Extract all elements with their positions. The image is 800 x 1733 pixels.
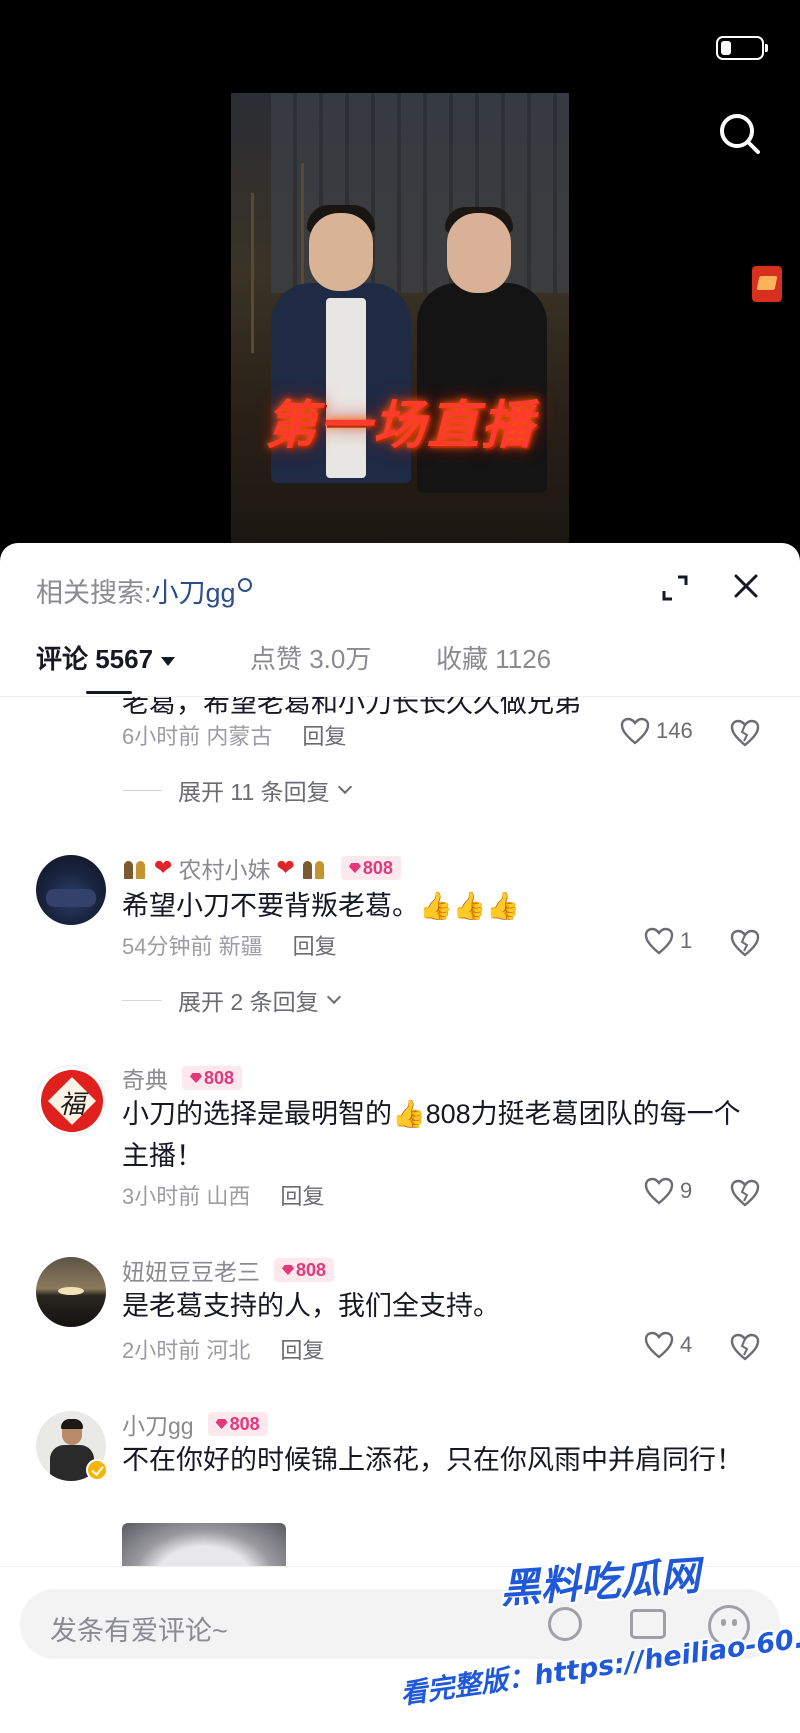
- gem-icon: [190, 1073, 202, 1083]
- tab-underline: [86, 691, 132, 694]
- video-thumbnail[interactable]: 第一场直播: [231, 93, 569, 543]
- search-small-icon: [237, 578, 252, 592]
- comment-meta: 2小时前 河北 回复: [122, 1338, 325, 1363]
- video-overlay-title: 第一场直播: [264, 395, 535, 456]
- like-count: 1: [680, 928, 693, 953]
- fan-level-badge: 808: [207, 1412, 268, 1436]
- reply-button[interactable]: 回复: [293, 934, 337, 959]
- comment-username[interactable]: 奇典 808: [122, 1061, 243, 1095]
- dislike-icon[interactable]: [730, 1179, 760, 1207]
- reply-button[interactable]: 回复: [280, 1338, 324, 1363]
- sheet-tabs: 评论 5567 点赞 3.0万 收藏 1126: [36, 639, 776, 699]
- comment-meta: 3小时前 山西 回复: [122, 1184, 325, 1209]
- related-search-keyword[interactable]: 小刀gg: [152, 578, 236, 608]
- tab-comments[interactable]: 评论 5567: [36, 639, 176, 676]
- like-count: 9: [680, 1178, 693, 1203]
- verified-icon: [86, 1459, 108, 1481]
- tab-favorites[interactable]: 收藏 1126: [436, 639, 551, 676]
- image-icon[interactable]: [630, 1609, 666, 1639]
- caret-down-icon: [161, 656, 176, 666]
- heart-emoji-icon: ❤: [154, 855, 173, 880]
- heart-icon: [644, 1331, 674, 1359]
- comment-username[interactable]: ❤ 农村小妹 ❤ 808: [122, 851, 401, 885]
- like-button[interactable]: 9: [644, 1177, 692, 1205]
- heart-icon: [644, 1177, 674, 1205]
- search-icon[interactable]: [716, 110, 764, 158]
- comment-image[interactable]: [122, 1523, 286, 1566]
- chevron-down-icon: [337, 779, 352, 795]
- like-count: 4: [680, 1332, 693, 1357]
- gem-icon: [282, 1265, 294, 1275]
- related-search-label: 相关搜索:: [36, 578, 152, 608]
- fullscreen-icon[interactable]: [660, 573, 690, 603]
- comment-text: 小刀的选择是最明智的👍808力挺老葛团队的每一个主播！: [122, 1099, 741, 1171]
- comment-username[interactable]: 妞妞豆豆老三 808: [122, 1253, 335, 1287]
- like-button[interactable]: 1: [644, 927, 692, 955]
- fire-badge-icon[interactable]: [752, 266, 782, 302]
- reply-button[interactable]: 回复: [302, 724, 346, 749]
- fan-level-badge: 808: [340, 856, 401, 880]
- avatar[interactable]: [36, 1257, 106, 1327]
- expand-replies-button[interactable]: 展开 11 条回复: [122, 773, 352, 807]
- heart-emoji-icon: ❤: [276, 855, 295, 880]
- gem-icon: [215, 1419, 228, 1429]
- fan-level-badge: 808: [274, 1258, 335, 1282]
- comment-text: 老葛，希望老葛和小刀长长久久做兄弟: [122, 697, 581, 718]
- comment-username[interactable]: 小刀gg 808: [122, 1407, 268, 1441]
- close-icon[interactable]: [731, 571, 761, 601]
- at-icon[interactable]: [548, 1607, 582, 1641]
- like-count: 146: [656, 718, 693, 743]
- comment-text: 不在你好的时候锦上添花，只在你风雨中并肩同行！: [122, 1445, 743, 1475]
- fan-level-badge: 808: [182, 1066, 243, 1090]
- tab-likes[interactable]: 点赞 3.0万: [250, 639, 371, 676]
- avatar[interactable]: [36, 855, 106, 925]
- heart-icon: [644, 927, 674, 955]
- expand-replies-button[interactable]: 展开 2 条回复: [122, 983, 341, 1017]
- comment-list[interactable]: 老葛，希望老葛和小刀长长久久做兄弟 6小时前 内蒙古 回复 146 展开 11 条…: [0, 697, 800, 1566]
- people-emoji-icon: [301, 857, 327, 879]
- comment-input-placeholder: 发条有爱评论~: [50, 1616, 228, 1646]
- comment-meta: 54分钟前 新疆 回复: [122, 934, 337, 959]
- dislike-icon[interactable]: [730, 929, 760, 957]
- people-emoji-icon: [122, 857, 148, 879]
- related-search[interactable]: 相关搜索:小刀gg: [36, 571, 252, 610]
- reply-button[interactable]: 回复: [280, 1184, 324, 1209]
- gem-icon: [348, 863, 361, 873]
- chevron-down-icon: [326, 989, 341, 1005]
- video-player[interactable]: 第一场直播: [0, 0, 800, 560]
- comment-text: 是老葛支持的人，我们全支持。: [122, 1291, 500, 1321]
- like-button[interactable]: 146: [620, 717, 693, 745]
- dislike-icon[interactable]: [730, 719, 760, 747]
- battery-icon: [716, 36, 768, 60]
- comment-text: 希望小刀不要背叛老葛。👍👍👍: [122, 891, 520, 921]
- like-button[interactable]: 4: [644, 1331, 692, 1359]
- avatar[interactable]: 福: [36, 1065, 106, 1135]
- heart-icon: [620, 717, 650, 745]
- dislike-icon[interactable]: [730, 1333, 760, 1361]
- comment-meta: 6小时前 内蒙古 回复: [122, 724, 347, 749]
